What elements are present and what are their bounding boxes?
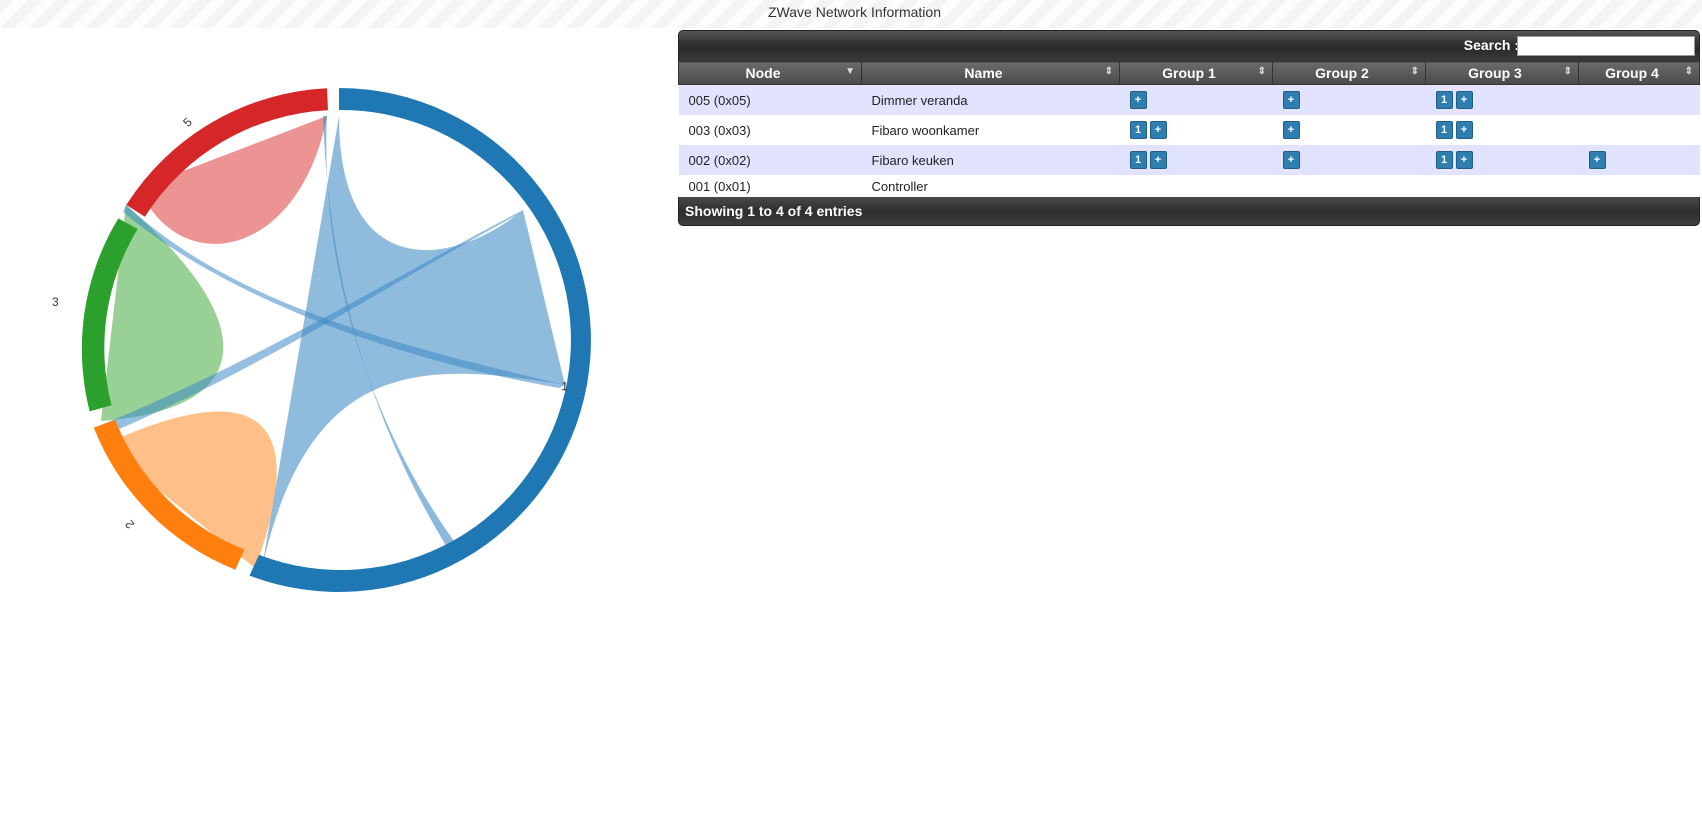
association-node-button[interactable]: 1 [1129, 151, 1147, 169]
add-association-button[interactable]: + [1588, 151, 1606, 169]
table-info: Showing 1 to 4 of 4 entries [678, 197, 1700, 226]
arc-label-1: 1 [561, 379, 569, 393]
group-3-cell: 1 + [1425, 115, 1579, 145]
sort-both-icon: ⇕ [1563, 66, 1572, 77]
search-label: Search : [1463, 37, 1519, 53]
group-4-cell [1578, 84, 1700, 115]
group-2-cell: + [1272, 115, 1426, 145]
association-node-button[interactable]: 1 [1435, 151, 1453, 169]
chord-diagram: 1 2 3 5 [52, 88, 591, 592]
group-3-cell: 1 + [1425, 145, 1579, 175]
table-row: 001 (0x01) Controller [678, 175, 1700, 197]
table-row: 003 (0x03) Fibaro woonkamer 1 + + 1 + [678, 115, 1700, 145]
association-node-button[interactable]: 1 [1435, 121, 1453, 139]
add-association-button[interactable]: + [1282, 151, 1300, 169]
add-association-button[interactable]: + [1149, 151, 1167, 169]
nodes-table: Node ▼ Name ⇕ Group 1 ⇕ Group 2 ⇕ Group 3 ⇕ G… [678, 61, 1700, 197]
sort-both-icon: ⇕ [1104, 66, 1113, 77]
group-1-cell: + [1119, 84, 1273, 115]
group-2-cell: + [1272, 145, 1426, 175]
sort-both-icon: ⇕ [1684, 66, 1693, 77]
name-cell: Fibaro keuken [861, 145, 1120, 175]
arc-label-3: 3 [52, 295, 59, 309]
node-cell: 002 (0x02) [678, 145, 862, 175]
add-association-button[interactable]: + [1129, 91, 1147, 109]
page-title: ZWave Network Information [768, 4, 941, 20]
sort-both-icon: ⇕ [1410, 66, 1419, 77]
col-header-group-2[interactable]: Group 2 ⇕ [1272, 61, 1426, 85]
node-cell: 001 (0x01) [678, 175, 862, 197]
table-row: 005 (0x05) Dimmer veranda + + 1 + [678, 84, 1700, 115]
name-cell: Controller [861, 175, 1120, 197]
association-node-button[interactable]: 1 [1129, 121, 1147, 139]
group-3-cell [1425, 175, 1579, 197]
search-input[interactable] [1517, 36, 1695, 56]
group-4-cell [1578, 115, 1700, 145]
add-association-button[interactable]: + [1282, 121, 1300, 139]
table-top-bar: Search : [678, 30, 1700, 61]
group-3-cell: 1 + [1425, 84, 1579, 115]
col-header-group-4[interactable]: Group 4 ⇕ [1578, 61, 1700, 85]
arc-label-2: 2 [122, 517, 137, 531]
col-header-name[interactable]: Name ⇕ [861, 61, 1120, 85]
add-association-button[interactable]: + [1455, 121, 1473, 139]
name-cell: Fibaro woonkamer [861, 115, 1120, 145]
arc-label-5: 5 [180, 115, 195, 130]
add-association-button[interactable]: + [1455, 151, 1473, 169]
add-association-button[interactable]: + [1455, 91, 1473, 109]
col-header-group-1[interactable]: Group 1 ⇕ [1119, 61, 1273, 85]
group-2-cell [1272, 175, 1426, 197]
group-4-cell: + [1578, 145, 1700, 175]
group-1-cell: 1 + [1119, 115, 1273, 145]
node-cell: 005 (0x05) [678, 84, 862, 115]
col-header-group-3[interactable]: Group 3 ⇕ [1425, 61, 1579, 85]
group-1-cell: 1 + [1119, 145, 1273, 175]
col-header-node[interactable]: Node ▼ [678, 61, 862, 85]
table-row: 002 (0x02) Fibaro keuken 1 + + 1 + + [678, 145, 1700, 175]
sort-desc-icon: ▼ [845, 66, 855, 77]
add-association-button[interactable]: + [1149, 121, 1167, 139]
group-4-cell [1578, 175, 1700, 197]
sort-both-icon: ⇕ [1257, 66, 1266, 77]
group-1-cell [1119, 175, 1273, 197]
node-cell: 003 (0x03) [678, 115, 862, 145]
add-association-button[interactable]: + [1282, 91, 1300, 109]
name-cell: Dimmer veranda [861, 84, 1120, 115]
group-2-cell: + [1272, 84, 1426, 115]
association-node-button[interactable]: 1 [1435, 91, 1453, 109]
network-table-wrapper: Search : Node ▼ Name ⇕ Group 1 ⇕ Group 2 ⇕ G… [678, 30, 1700, 226]
